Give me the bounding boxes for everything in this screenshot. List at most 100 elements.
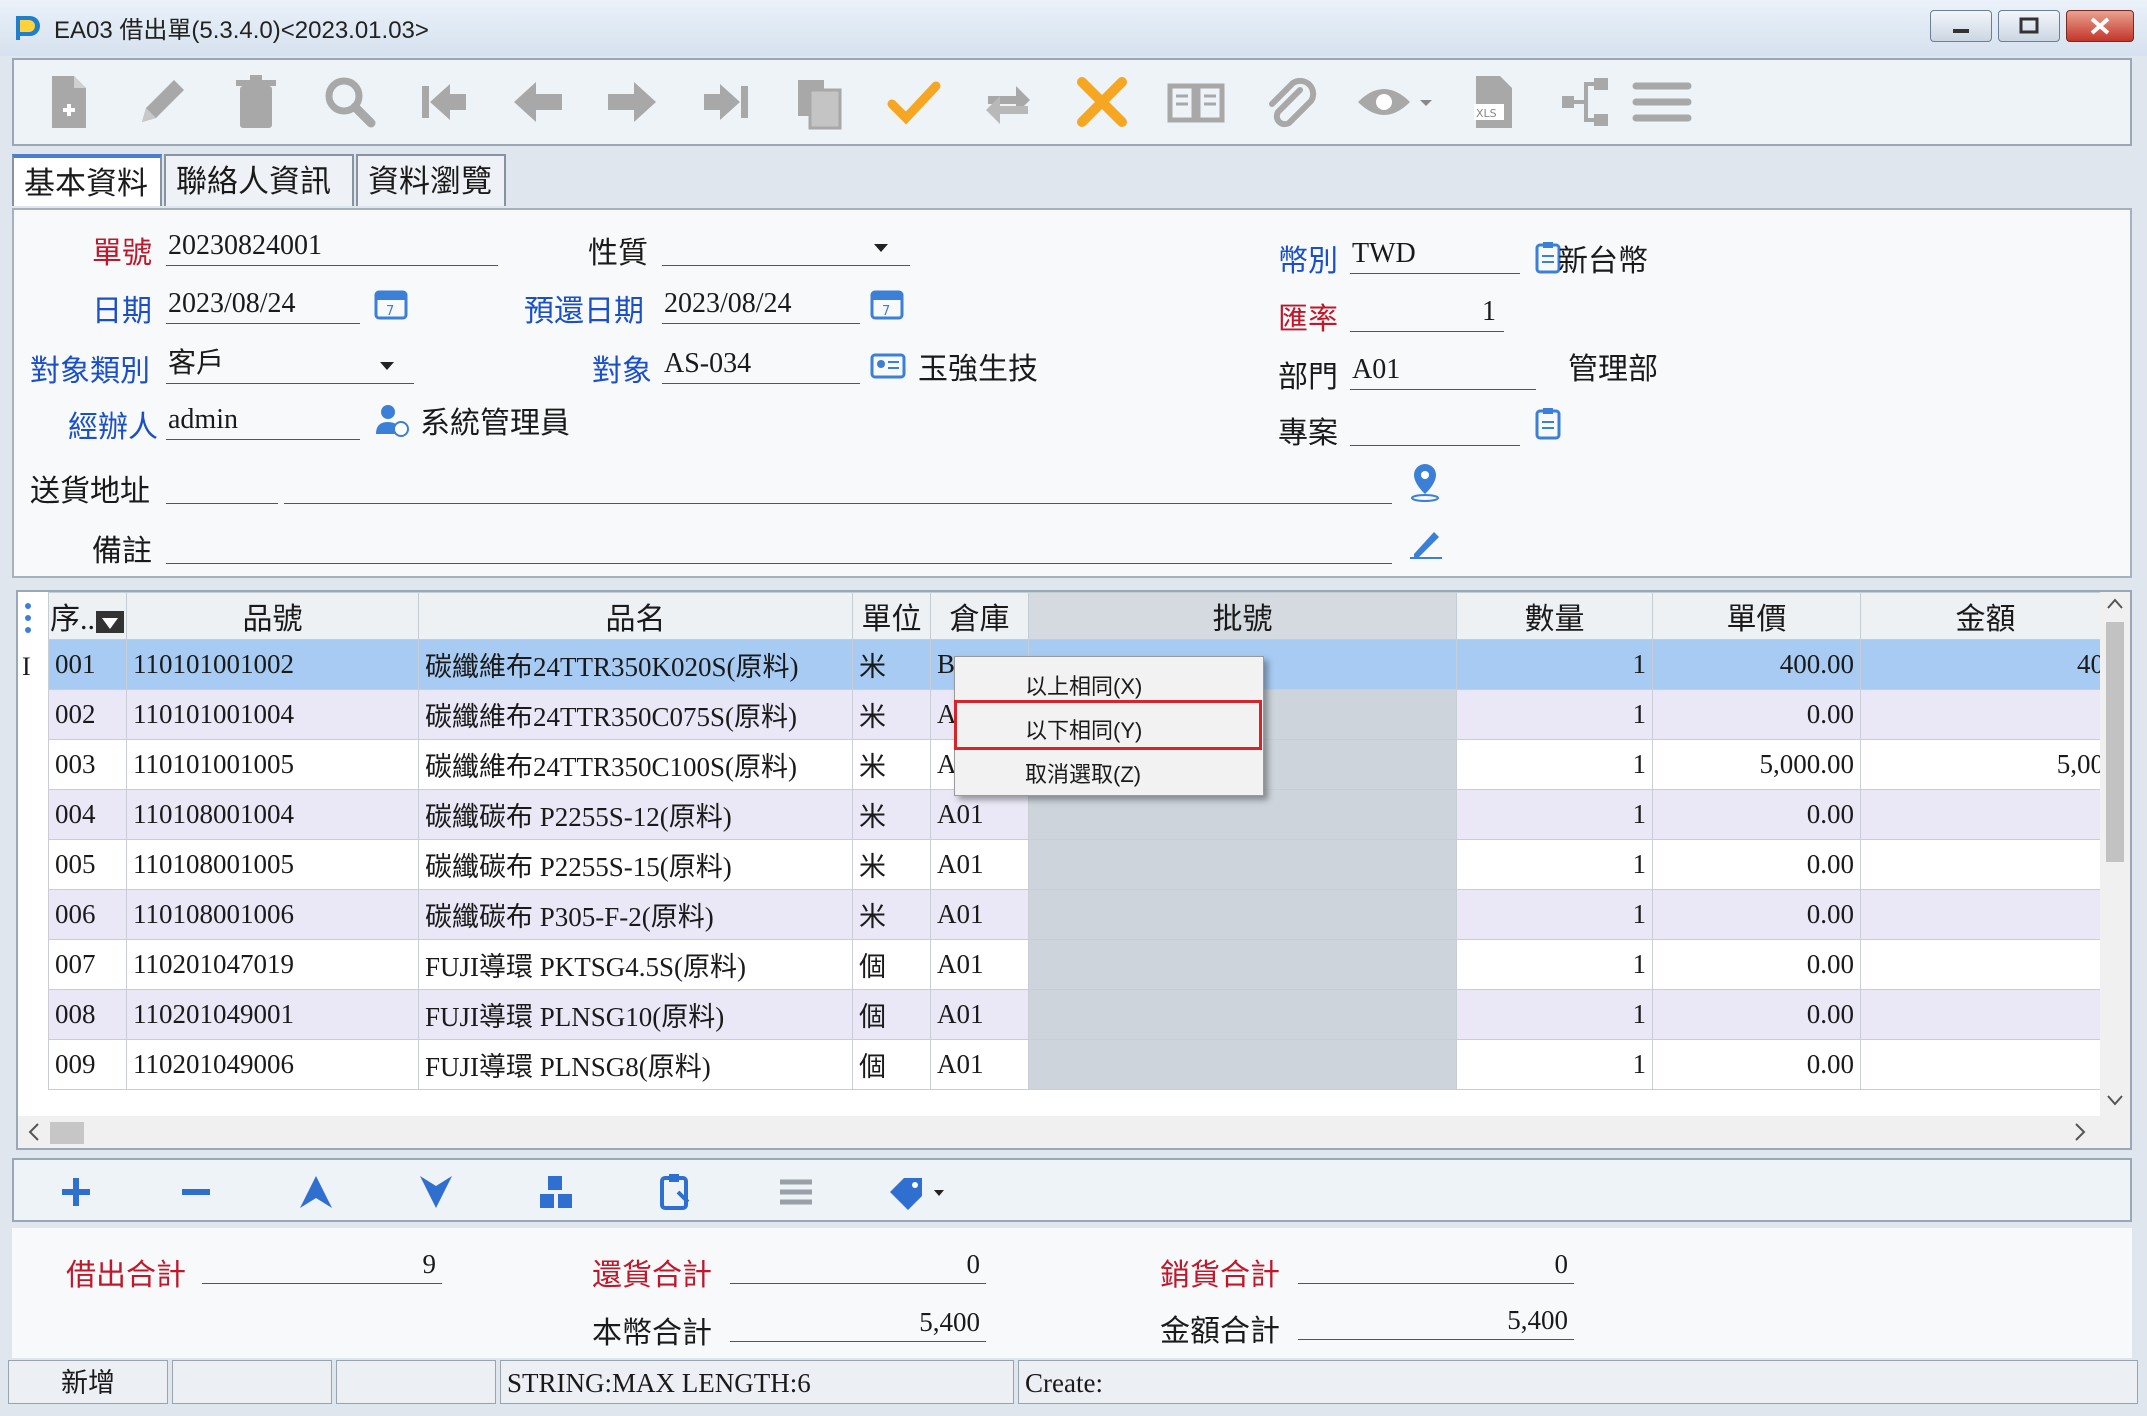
cell-amount[interactable]: 40 (1860, 639, 2111, 690)
list-icon[interactable] (776, 1172, 816, 1212)
cell-amount[interactable] (1860, 889, 2111, 940)
cell-seq[interactable]: 002 (48, 689, 127, 740)
cell-warehouse[interactable]: A01 (930, 939, 1029, 990)
sort-down-icon[interactable] (95, 610, 125, 634)
close-button[interactable] (2066, 10, 2134, 42)
blocks-icon[interactable] (536, 1172, 576, 1212)
cell-item-no[interactable]: 110108001006 (126, 889, 419, 940)
cell-seq[interactable]: 003 (48, 739, 127, 790)
cell-amount[interactable] (1860, 1039, 2111, 1090)
cell-seq[interactable]: 004 (48, 789, 127, 840)
cell-lot[interactable] (1028, 839, 1457, 890)
cell-item-no[interactable]: 110201049006 (126, 1039, 419, 1090)
cell-price[interactable]: 0.00 (1652, 839, 1861, 890)
delete-icon[interactable] (226, 72, 286, 132)
copy-icon[interactable] (790, 72, 850, 132)
cell-seq[interactable]: 006 (48, 889, 127, 940)
cell-price[interactable]: 0.00 (1652, 989, 1861, 1040)
cell-amount[interactable] (1860, 839, 2111, 890)
cell-unit[interactable]: 米 (852, 889, 931, 940)
cell-item-name[interactable]: 碳纖維布24TTR350C100S(原料) (418, 739, 853, 790)
cell-lot[interactable] (1028, 1039, 1457, 1090)
cell-lot[interactable] (1028, 989, 1457, 1040)
cell-seq[interactable]: 001 (48, 639, 127, 690)
cell-qty[interactable]: 1 (1456, 639, 1653, 690)
cell-qty[interactable]: 1 (1456, 839, 1653, 890)
target-field[interactable]: AS-034 (662, 344, 860, 384)
col-header-amount[interactable]: 金額 (1860, 592, 2111, 640)
cell-unit[interactable]: 個 (852, 989, 931, 1040)
add-row-icon[interactable] (56, 1172, 96, 1212)
calendar-icon[interactable]: 7 (374, 286, 408, 320)
tab-contact-info[interactable]: 聯絡人資訊 (164, 154, 354, 206)
scroll-left-icon[interactable] (22, 1116, 46, 1148)
cell-qty[interactable]: 1 (1456, 1039, 1653, 1090)
maximize-button[interactable] (1998, 10, 2060, 42)
preview-icon[interactable] (1354, 72, 1434, 132)
prev-record-icon[interactable] (508, 72, 568, 132)
cell-seq[interactable]: 009 (48, 1039, 127, 1090)
table-row[interactable]: 006 110108001006 碳纖碳布 P305-F-2(原料) 米 A01 1 0.0… (48, 889, 2111, 940)
cell-warehouse[interactable]: A01 (930, 889, 1029, 940)
table-row[interactable]: 005 110108001005 碳纖碳布 P2255S-15(原料) 米 A01 1 0.… (48, 839, 2111, 890)
cell-price[interactable]: 400.00 (1652, 639, 1861, 690)
last-record-icon[interactable] (696, 72, 756, 132)
dept-field[interactable]: A01 (1350, 350, 1536, 390)
cell-item-name[interactable]: FUJI導環 PKTSG4.5S(原料) (418, 939, 853, 990)
cell-qty[interactable]: 1 (1456, 789, 1653, 840)
cell-item-name[interactable]: 碳纖碳布 P305-F-2(原料) (418, 889, 853, 940)
memo-field[interactable] (166, 524, 1392, 564)
cell-price[interactable]: 0.00 (1652, 689, 1861, 740)
col-header-item-name[interactable]: 品名 (418, 592, 853, 640)
scroll-up-icon[interactable] (2100, 592, 2130, 616)
chevron-down-icon[interactable] (872, 242, 890, 254)
cell-price[interactable]: 0.00 (1652, 889, 1861, 940)
cell-item-name[interactable]: 碳纖維布24TTR350C075S(原料) (418, 689, 853, 740)
doc-no-field[interactable]: 20230824001 (166, 226, 498, 266)
clipboard-icon[interactable] (1534, 406, 1562, 440)
table-row[interactable]: 008 110201049001 FUJI導環 PLNSG10(原料) 個 A01 1 0.… (48, 989, 2111, 1040)
cell-unit[interactable]: 米 (852, 639, 931, 690)
cell-seq[interactable]: 007 (48, 939, 127, 990)
vertical-scroll-thumb[interactable] (2106, 622, 2124, 862)
menu-icon[interactable] (1632, 72, 1692, 132)
currency-field[interactable]: TWD (1350, 234, 1520, 274)
table-row[interactable]: 004 110108001004 碳纖碳布 P2255S-12(原料) 米 A01 1 0.… (48, 789, 2111, 840)
handler-field[interactable]: admin (166, 400, 360, 440)
cell-item-no[interactable]: 110201047019 (126, 939, 419, 990)
user-icon[interactable] (374, 402, 410, 438)
cell-price[interactable]: 0.00 (1652, 789, 1861, 840)
next-record-icon[interactable] (602, 72, 662, 132)
id-card-icon[interactable] (870, 352, 906, 380)
cell-lot[interactable] (1028, 939, 1457, 990)
cell-warehouse[interactable]: A01 (930, 789, 1029, 840)
col-header-seq[interactable]: 序.. (48, 592, 127, 640)
remove-row-icon[interactable] (176, 1172, 216, 1212)
cancel-icon[interactable] (1072, 72, 1132, 132)
calendar-icon[interactable]: 7 (870, 286, 904, 320)
cell-price[interactable]: 0.00 (1652, 1039, 1861, 1090)
paste-icon[interactable] (656, 1172, 696, 1212)
cell-amount[interactable] (1860, 689, 2111, 740)
grid-corner[interactable] (22, 598, 46, 638)
col-header-unit[interactable]: 單位 (852, 592, 931, 640)
cell-lot[interactable] (1028, 889, 1457, 940)
move-down-icon[interactable] (416, 1172, 456, 1212)
workflow-icon[interactable] (1558, 72, 1618, 132)
target-type-select[interactable]: 客戶 (166, 344, 414, 384)
cell-item-no[interactable]: 110101001004 (126, 689, 419, 740)
cell-item-no[interactable]: 110101001005 (126, 739, 419, 790)
col-header-lot[interactable]: 批號 (1028, 592, 1457, 640)
col-header-item-no[interactable]: 品號 (126, 592, 419, 640)
cell-qty[interactable]: 1 (1456, 939, 1653, 990)
minimize-button[interactable] (1930, 10, 1992, 42)
col-header-qty[interactable]: 數量 (1456, 592, 1653, 640)
tab-basic-info[interactable]: 基本資料 (12, 154, 162, 206)
cell-warehouse[interactable]: A01 (930, 1039, 1029, 1090)
menu-item-same-as-above[interactable]: 以上相同(X) (1025, 669, 1142, 701)
cell-qty[interactable]: 1 (1456, 989, 1653, 1040)
excel-icon[interactable]: XLS (1464, 72, 1524, 132)
cell-item-no[interactable]: 110108001005 (126, 839, 419, 890)
col-header-warehouse[interactable]: 倉庫 (930, 592, 1029, 640)
project-field[interactable] (1350, 406, 1520, 446)
